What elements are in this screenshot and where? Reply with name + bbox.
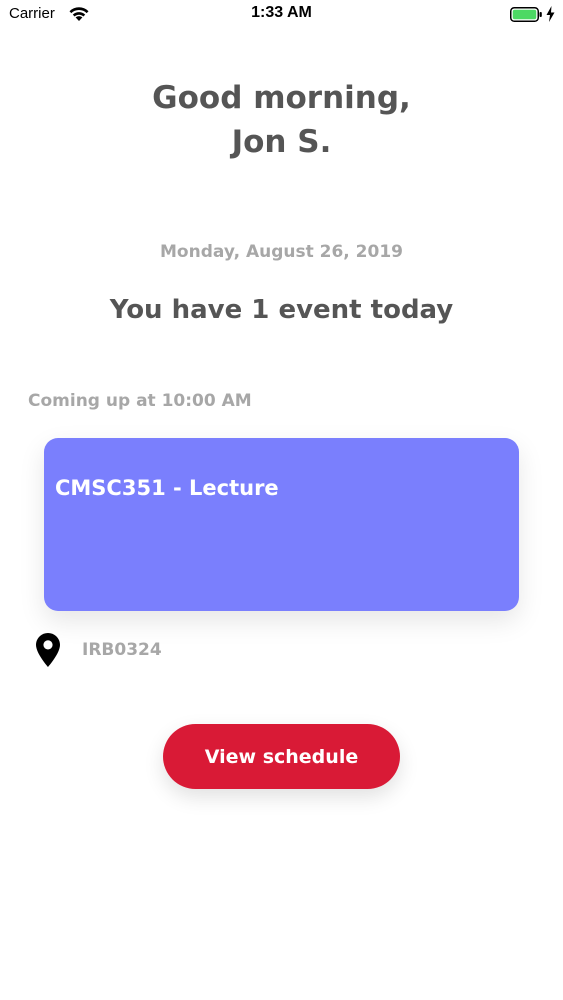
event-card[interactable]: CMSC351 - Lecture <box>44 438 519 611</box>
events-summary: You have 1 event today <box>109 295 454 325</box>
location-label: IRB0324 <box>82 640 162 660</box>
map-pin-icon <box>36 633 60 667</box>
upcoming-label: Coming up at 10:00 AM <box>28 391 252 411</box>
status-bar: Carrier 1:33 AM <box>0 0 563 30</box>
greeting: Good morning, Jon S. <box>0 76 563 164</box>
user-name: Jon S. <box>231 124 332 160</box>
status-time: 1:33 AM <box>251 4 312 21</box>
charging-bolt-icon <box>546 6 555 22</box>
greeting-line: Good morning, <box>152 80 411 116</box>
view-schedule-button[interactable]: View schedule <box>163 724 400 789</box>
event-title: CMSC351 - Lecture <box>55 476 279 500</box>
current-date: Monday, August 26, 2019 <box>160 242 403 262</box>
battery-icon <box>510 7 542 22</box>
